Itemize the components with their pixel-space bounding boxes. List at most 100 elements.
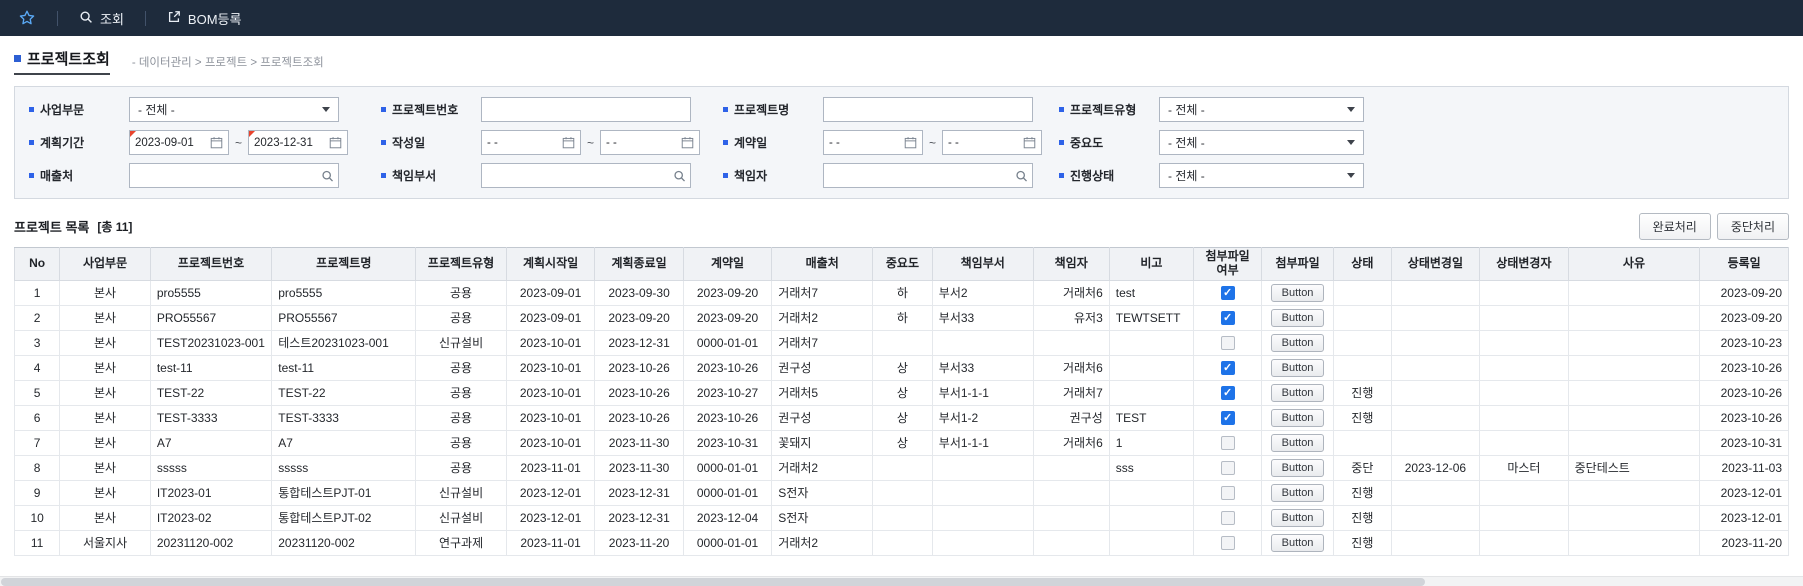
project-no-input[interactable]	[481, 97, 691, 122]
search-icon[interactable]	[321, 169, 334, 182]
search-icon[interactable]	[673, 169, 686, 182]
attachment-button[interactable]: Button	[1270, 383, 1325, 402]
column-header-attachment_button[interactable]: 첨부파일	[1261, 247, 1335, 281]
date-value: - -	[606, 136, 617, 149]
attachment-button[interactable]: Button	[1270, 358, 1325, 377]
suspend-process-button[interactable]: 중단처리	[1716, 213, 1789, 240]
contract-date-from-input[interactable]: - -	[823, 130, 923, 155]
column-header-dept[interactable]: 책임부서	[931, 247, 1034, 281]
attachment-checkbox[interactable]	[1220, 511, 1235, 525]
cell-reason	[1567, 404, 1701, 431]
table-row[interactable]: 7 본사 A7 A7 공용 2023-10-01 2023-11-30 2023-10-31 꽃…	[13, 429, 1789, 456]
calendar-icon[interactable]	[329, 136, 342, 149]
complete-process-button[interactable]: 완료처리	[1638, 213, 1711, 240]
search-icon[interactable]	[1015, 169, 1028, 182]
attachment-checkbox[interactable]	[1220, 536, 1235, 550]
favorite-star-icon[interactable]	[18, 9, 36, 27]
cell-reg_date: 2023-10-26	[1699, 404, 1789, 431]
calendar-icon[interactable]	[681, 136, 694, 149]
column-header-status[interactable]: 상태	[1333, 247, 1392, 281]
table-row[interactable]: 2 본사 PRO55567 PRO55567 공용 2023-09-01 2023-09-2…	[13, 304, 1789, 331]
dept-input[interactable]	[481, 163, 691, 188]
column-header-reason[interactable]: 사유	[1567, 247, 1701, 281]
attachment-checkbox[interactable]: ✓	[1220, 286, 1235, 300]
table-row[interactable]: 9 본사 IT2023-01 통합테스트PJT-01 신규설비 2023-12-01 202…	[13, 479, 1789, 506]
column-header-status_change_date[interactable]: 상태변경일	[1390, 247, 1481, 281]
attachment-button[interactable]: Button	[1270, 283, 1325, 302]
attachment-checkbox[interactable]	[1220, 436, 1235, 450]
column-header-has_attachment[interactable]: 첨부파일 여부	[1193, 247, 1263, 281]
cell-status: 진행	[1333, 504, 1392, 531]
horizontal-scrollbar[interactable]	[0, 576, 1803, 586]
created-date-from-input[interactable]: - -	[481, 130, 581, 155]
table-row[interactable]: 5 본사 TEST-22 TEST-22 공용 2023-10-01 2023-10-26 2…	[13, 379, 1789, 406]
attachment-button[interactable]: Button	[1270, 458, 1325, 477]
plan-period-from-input[interactable]: 2023-09-01	[129, 130, 229, 155]
attachment-checkbox[interactable]: ✓	[1220, 411, 1235, 425]
column-header-project_no[interactable]: 프로젝트번호	[149, 247, 273, 281]
column-header-project_type[interactable]: 프로젝트유형	[415, 247, 507, 281]
importance-select[interactable]: - 전체 -	[1159, 130, 1364, 155]
calendar-icon[interactable]	[210, 136, 223, 149]
plan-period-to-input[interactable]: 2023-12-31	[248, 130, 349, 155]
attachment-checkbox[interactable]: ✓	[1220, 361, 1235, 375]
attachment-button[interactable]: Button	[1270, 408, 1325, 427]
customer-input[interactable]	[129, 163, 339, 188]
cell-contract_date: 0000-01-01	[682, 454, 773, 481]
cell-customer: 거래처5	[771, 379, 874, 406]
cell-importance: 상	[872, 404, 933, 431]
attachment-checkbox[interactable]	[1220, 336, 1235, 350]
attachment-checkbox[interactable]	[1220, 486, 1235, 500]
contract-date-to-input[interactable]: - -	[942, 130, 1043, 155]
manager-input[interactable]	[823, 163, 1033, 188]
menu-bom-register[interactable]: BOM등록	[167, 9, 241, 28]
column-header-plan_end[interactable]: 계획종료일	[594, 247, 684, 281]
progress-status-select[interactable]: - 전체 -	[1159, 163, 1364, 188]
cell-division: 서울지사	[59, 529, 151, 556]
project-type-select[interactable]: - 전체 -	[1159, 97, 1364, 122]
column-header-manager[interactable]: 책임자	[1032, 247, 1110, 281]
attachment-checkbox[interactable]: ✓	[1220, 386, 1235, 400]
column-header-project_name[interactable]: 프로젝트명	[271, 247, 417, 281]
column-header-importance[interactable]: 중요도	[872, 247, 933, 281]
cell-contract_date: 2023-09-20	[682, 279, 773, 306]
table-row[interactable]: 10 본사 IT2023-02 통합테스트PJT-02 신규설비 2023-12-01 20…	[13, 504, 1789, 531]
table-row[interactable]: 1 본사 pro5555 pro5555 공용 2023-09-01 2023-09-30 2…	[13, 279, 1789, 306]
column-header-note[interactable]: 비고	[1108, 247, 1195, 281]
attachment-checkbox[interactable]	[1220, 461, 1235, 475]
attachment-button[interactable]: Button	[1270, 483, 1325, 502]
calendar-icon[interactable]	[562, 136, 575, 149]
calendar-icon[interactable]	[1023, 136, 1036, 149]
scrollbar-thumb[interactable]	[1, 578, 1426, 586]
column-header-no[interactable]: No	[13, 247, 61, 281]
attachment-button[interactable]: Button	[1270, 308, 1325, 327]
table-row[interactable]: 6 본사 TEST-3333 TEST-3333 공용 2023-10-01 2023-10…	[13, 404, 1789, 431]
created-date-to-input[interactable]: - -	[600, 130, 701, 155]
bullet-icon	[29, 107, 34, 112]
attachment-button[interactable]: Button	[1270, 433, 1325, 452]
cell-note: sss	[1108, 454, 1195, 481]
attachment-button[interactable]: Button	[1270, 333, 1325, 352]
column-header-reg_date[interactable]: 등록일	[1699, 247, 1789, 281]
column-header-contract_date[interactable]: 계약일	[682, 247, 773, 281]
cell-reg_date: 2023-11-03	[1699, 454, 1789, 481]
project-name-input[interactable]	[823, 97, 1033, 122]
column-header-plan_start[interactable]: 계획시작일	[505, 247, 596, 281]
menu-search[interactable]: 조회	[79, 9, 124, 28]
cell-status	[1333, 329, 1392, 356]
table-row[interactable]: 3 본사 TEST20231023-001 테스트20231023-001 신규설비 20…	[13, 329, 1789, 356]
cell-manager: 유저3	[1032, 304, 1110, 331]
table-row[interactable]: 4 본사 test-11 test-11 공용 2023-10-01 2023-10-26 2…	[13, 354, 1789, 381]
column-header-customer[interactable]: 매출처	[771, 247, 874, 281]
attachment-button[interactable]: Button	[1270, 533, 1325, 552]
table-row[interactable]: 11 서울지사 20231120-002 20231120-002 연구과제 2023-1…	[13, 529, 1789, 556]
business-division-select[interactable]: - 전체 -	[129, 97, 339, 122]
column-header-status_changer[interactable]: 상태변경자	[1479, 247, 1569, 281]
cell-no: 5	[13, 379, 61, 406]
cell-manager	[1032, 329, 1110, 356]
attachment-button[interactable]: Button	[1270, 508, 1325, 527]
attachment-checkbox[interactable]: ✓	[1220, 311, 1235, 325]
calendar-icon[interactable]	[904, 136, 917, 149]
column-header-division[interactable]: 사업부문	[59, 247, 151, 281]
table-row[interactable]: 8 본사 sssss sssss 공용 2023-11-01 2023-11-30 0000-…	[13, 454, 1789, 481]
